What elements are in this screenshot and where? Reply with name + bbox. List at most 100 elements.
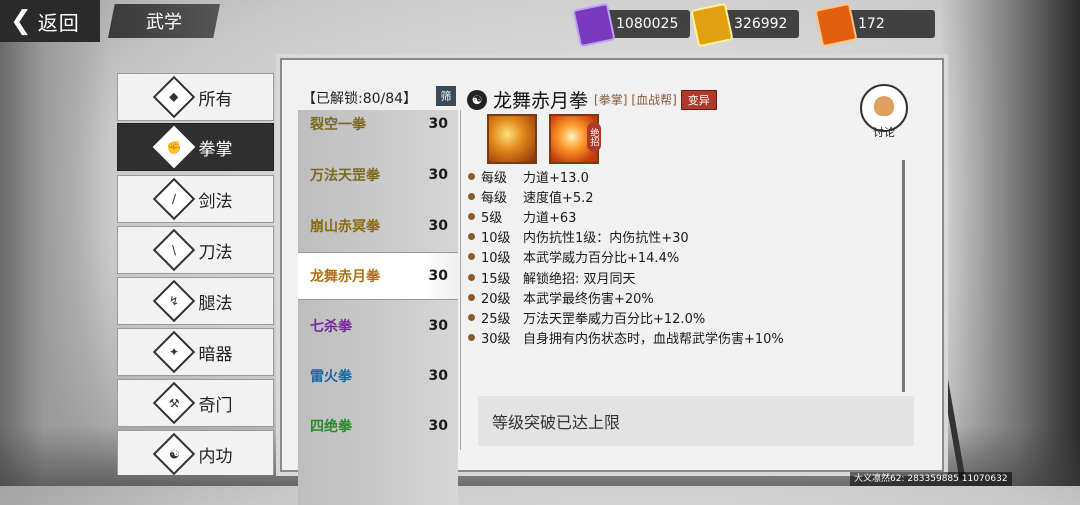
fist-icon: ✊ bbox=[152, 125, 195, 169]
skill-item[interactable]: 七杀拳 30 bbox=[298, 302, 458, 350]
bullet-icon bbox=[468, 233, 475, 241]
effect-text: 本武学威力百分比+14.4% bbox=[523, 251, 680, 267]
resource-flame-value: 172 bbox=[858, 16, 885, 32]
player-id-watermark: 大义凛然62: 283359885 11070632 bbox=[850, 472, 1012, 486]
effect-level: 20级 bbox=[481, 291, 511, 307]
skill-item[interactable]: 裂空一拳 30 bbox=[298, 110, 458, 148]
category-label: 刀法 bbox=[198, 242, 233, 263]
ink-background-right bbox=[940, 0, 1080, 486]
effect-level: 25级 bbox=[481, 311, 511, 327]
category-label: 所有 bbox=[198, 89, 233, 110]
effect-row: 30级 自身拥有内伤状态时，血战帮武学伤害+10% bbox=[468, 328, 898, 348]
skill-name: 龙舞赤月拳 bbox=[310, 269, 380, 285]
effect-row: 15级 解锁绝招: 双月同天 bbox=[468, 267, 898, 287]
effect-text: 本武学最终伤害+20% bbox=[523, 291, 654, 307]
category-sword[interactable]: / 剑法 bbox=[117, 175, 274, 223]
skill-item[interactable]: 四绝拳 30 bbox=[298, 402, 458, 450]
skill-item[interactable]: 雷火拳 30 bbox=[298, 352, 458, 400]
inner-power-icon: ☯ bbox=[152, 432, 195, 475]
skill-item-selected[interactable]: 龙舞赤月拳 30 bbox=[298, 252, 458, 300]
category-inner-power[interactable]: ☯ 内功 bbox=[117, 430, 274, 475]
yin-yang-icon: ☯ bbox=[467, 89, 487, 110]
fist-move-icon[interactable] bbox=[487, 114, 537, 164]
skill-level: 30 bbox=[428, 418, 448, 434]
skill-level: 30 bbox=[428, 116, 448, 132]
effect-row: 25级 万法天罡拳威力百分比+12.0% bbox=[468, 307, 898, 327]
hidden-weapon-icon: ✦ bbox=[152, 330, 195, 374]
effect-text: 万法天罡拳威力百分比+12.0% bbox=[523, 311, 706, 327]
effect-row: 每级 速度值+5.2 bbox=[468, 186, 898, 206]
resource-gold[interactable]: 326992 bbox=[690, 2, 800, 48]
category-kick[interactable]: ↯ 腿法 bbox=[117, 277, 274, 325]
category-blade[interactable]: \ 刀法 bbox=[117, 226, 274, 274]
move-icons: 绝招 bbox=[487, 114, 601, 164]
flame-token-icon bbox=[814, 2, 858, 48]
kick-icon: ↯ bbox=[152, 279, 195, 323]
skill-name: 七杀拳 bbox=[310, 319, 352, 335]
skill-level: 30 bbox=[428, 167, 448, 183]
mutation-badge: 变异 bbox=[680, 89, 717, 110]
effect-level: 15级 bbox=[481, 271, 511, 287]
ink-background-left bbox=[0, 0, 110, 486]
blade-icon: \ bbox=[152, 228, 195, 272]
back-label: 返回 bbox=[37, 10, 80, 35]
skill-level: 30 bbox=[428, 218, 448, 234]
ultimate-move-icon[interactable]: 绝招 bbox=[549, 114, 601, 164]
unlock-count: 【已解锁:80/84】 bbox=[302, 91, 418, 107]
bullet-icon bbox=[468, 293, 475, 301]
effect-list: 每级 力道+13.0 每级 速度值+5.2 5级 力道+63 10级 内伤抗性1级：内伤… bbox=[468, 166, 898, 348]
resource-purple[interactable]: 1080025 bbox=[572, 2, 691, 48]
skill-name: 万法天罡拳 bbox=[310, 168, 380, 184]
resource-flame[interactable]: 172 bbox=[814, 2, 935, 48]
chevron-left-icon: ❮ bbox=[10, 6, 32, 36]
bullet-icon bbox=[468, 253, 475, 261]
effect-level: 30级 bbox=[481, 332, 511, 348]
sect-tag: [血战帮] bbox=[631, 93, 677, 107]
back-button[interactable]: ❮ 返回 bbox=[0, 0, 100, 42]
ultimate-badge: 绝招 bbox=[587, 122, 601, 152]
skill-name: 雷火拳 bbox=[310, 369, 352, 385]
gold-token-icon bbox=[690, 2, 734, 48]
category-label: 腿法 bbox=[198, 293, 233, 314]
category-label: 奇门 bbox=[198, 395, 233, 416]
effect-row: 10级 内伤抗性1级：内伤抗性+30 bbox=[468, 227, 898, 247]
sword-icon: / bbox=[152, 177, 195, 221]
discuss-button[interactable]: 讨论 bbox=[860, 84, 908, 142]
purple-token-icon bbox=[572, 2, 616, 48]
effect-text: 自身拥有内伤状态时，血战帮武学伤害+10% bbox=[523, 332, 784, 348]
effect-text: 内伤抗性1级：内伤抗性+30 bbox=[523, 231, 689, 247]
skill-item[interactable]: 万法天罡拳 30 bbox=[298, 151, 458, 199]
effect-level: 每级 bbox=[481, 170, 508, 186]
resource-purple-value: 1080025 bbox=[616, 16, 679, 32]
category-label: 内功 bbox=[198, 446, 233, 467]
category-hidden-weapon[interactable]: ✦ 暗器 bbox=[117, 328, 274, 376]
divider bbox=[460, 110, 461, 450]
category-all[interactable]: ◆ 所有 bbox=[117, 73, 274, 121]
effect-text: 力道+63 bbox=[523, 210, 577, 226]
bullet-icon bbox=[468, 192, 475, 200]
effect-row: 5级 力道+63 bbox=[468, 206, 898, 226]
skill-name: 裂空一拳 bbox=[310, 117, 366, 133]
category-label: 拳掌 bbox=[198, 139, 233, 160]
bullet-icon bbox=[468, 212, 475, 220]
exotic-weapon-icon: ⚒ bbox=[152, 381, 195, 425]
page-title: 武学 bbox=[108, 4, 220, 38]
effect-level: 5级 bbox=[481, 210, 503, 226]
scrollbar[interactable] bbox=[902, 160, 905, 392]
effect-level: 每级 bbox=[481, 190, 508, 206]
skill-name: 崩山赤冥拳 bbox=[310, 219, 380, 235]
effect-level: 10级 bbox=[481, 231, 511, 247]
category-label: 剑法 bbox=[198, 191, 233, 212]
skill-list: 裂空一拳 30 万法天罡拳 30 崩山赤冥拳 30 龙舞赤月拳 30 七杀拳 3… bbox=[298, 110, 458, 505]
category-fist[interactable]: ✊ 拳掌 bbox=[117, 123, 274, 171]
skill-level: 30 bbox=[428, 318, 448, 334]
effect-row: 20级 本武学最终伤害+20% bbox=[468, 287, 898, 307]
skill-level: 30 bbox=[428, 268, 448, 284]
effect-text: 力道+13.0 bbox=[523, 170, 589, 186]
filter-button[interactable]: 筛 bbox=[436, 86, 456, 106]
skill-level: 30 bbox=[428, 368, 448, 384]
bullet-icon bbox=[468, 313, 475, 321]
breakthrough-status: 等级突破已达上限 bbox=[478, 396, 914, 446]
category-exotic[interactable]: ⚒ 奇门 bbox=[117, 379, 274, 427]
skill-item[interactable]: 崩山赤冥拳 30 bbox=[298, 202, 458, 250]
